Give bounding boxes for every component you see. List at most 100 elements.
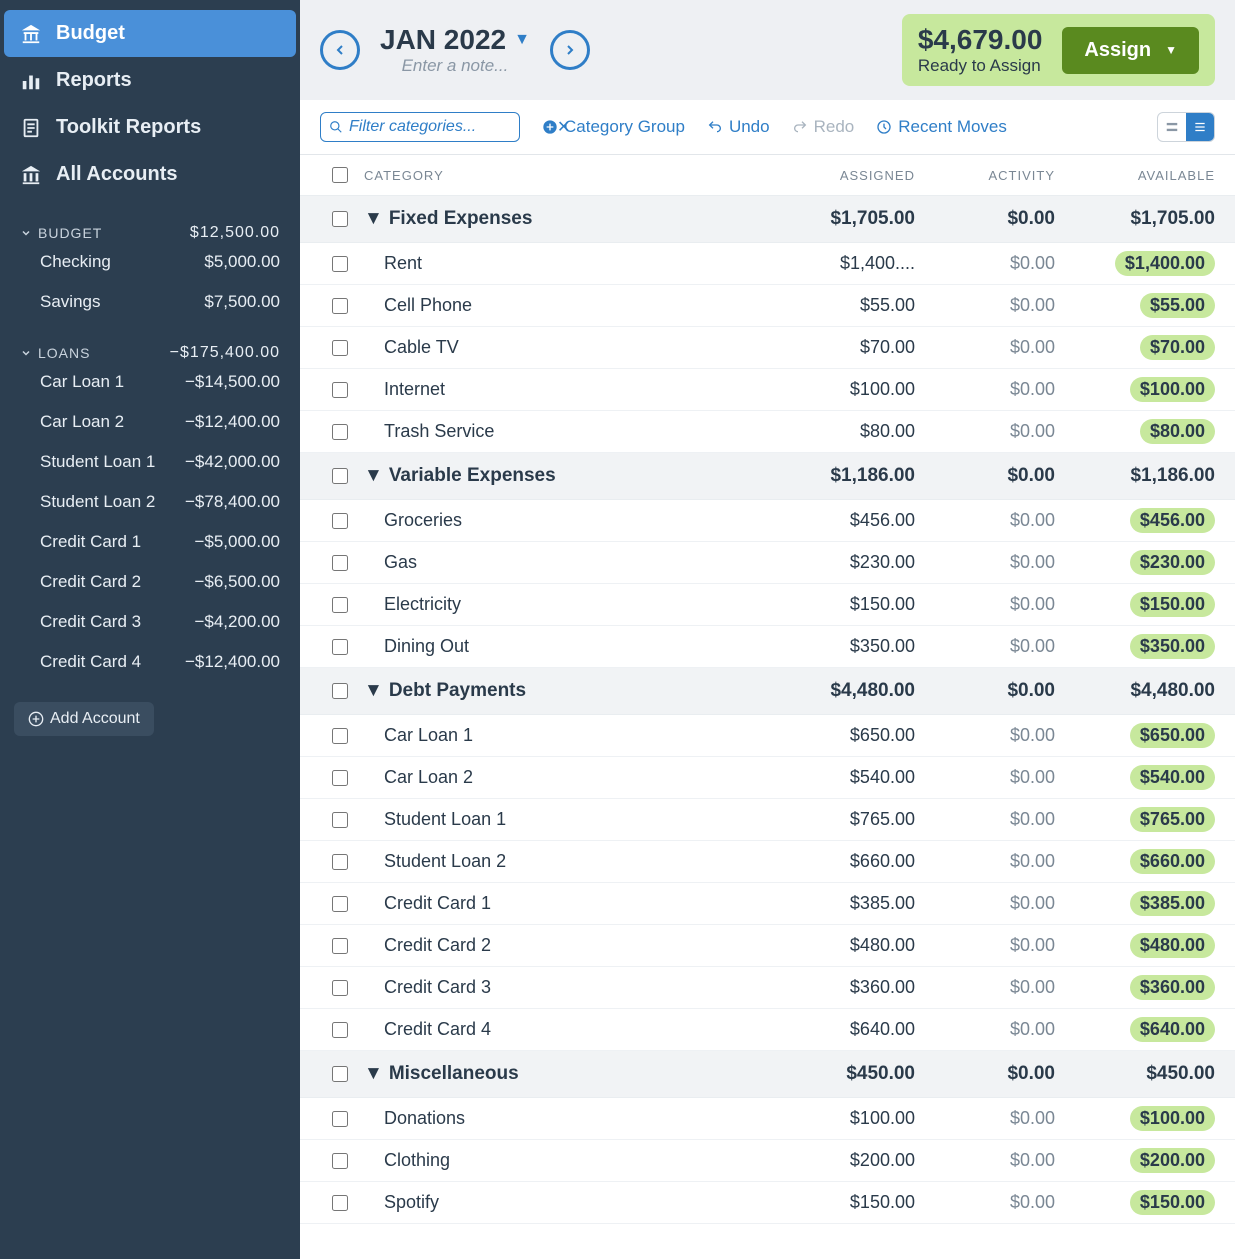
row-available: $1,400.00 [1055,251,1215,276]
category-row[interactable]: Credit Card 1$385.00$0.00$385.00 [300,883,1235,925]
row-checkbox[interactable] [332,938,348,954]
account-group-header[interactable]: LOANS−$175,400.00 [20,344,280,362]
row-assigned[interactable]: $100.00 [775,379,915,400]
row-checkbox[interactable] [332,854,348,870]
add-account-button[interactable]: Add Account [14,702,154,736]
row-assigned[interactable]: $150.00 [775,594,915,615]
category-row[interactable]: Gas$230.00$0.00$230.00 [300,542,1235,584]
row-assigned[interactable]: $350.00 [775,636,915,657]
row-assigned[interactable]: $360.00 [775,977,915,998]
account-row[interactable]: Credit Card 1−$5,000.00 [20,522,280,562]
group-checkbox[interactable] [332,683,348,699]
row-assigned[interactable]: $1,400.... [775,253,915,274]
filter-input[interactable] [349,118,557,136]
category-row[interactable]: Cell Phone$55.00$0.00$55.00 [300,285,1235,327]
row-assigned[interactable]: $765.00 [775,809,915,830]
row-assigned[interactable]: $100.00 [775,1108,915,1129]
nav-accounts[interactable]: All Accounts [4,151,296,198]
view-detailed-button[interactable] [1186,113,1214,141]
row-assigned[interactable]: $80.00 [775,421,915,442]
nav-toolkit[interactable]: Toolkit Reports [4,104,296,151]
row-assigned[interactable]: $480.00 [775,935,915,956]
account-row[interactable]: Car Loan 2−$12,400.00 [20,402,280,442]
category-row[interactable]: Credit Card 4$640.00$0.00$640.00 [300,1009,1235,1051]
row-assigned[interactable]: $540.00 [775,767,915,788]
account-row[interactable]: Credit Card 2−$6,500.00 [20,562,280,602]
category-row[interactable]: Groceries$456.00$0.00$456.00 [300,500,1235,542]
row-checkbox[interactable] [332,639,348,655]
account-row[interactable]: Student Loan 1−$42,000.00 [20,442,280,482]
row-checkbox[interactable] [332,728,348,744]
account-row[interactable]: Credit Card 4−$12,400.00 [20,642,280,682]
category-group-row[interactable]: ▼Miscellaneous$450.00$0.00$450.00 [300,1051,1235,1098]
row-checkbox[interactable] [332,340,348,356]
category-row[interactable]: Internet$100.00$0.00$100.00 [300,369,1235,411]
row-checkbox[interactable] [332,424,348,440]
row-assigned[interactable]: $55.00 [775,295,915,316]
account-row[interactable]: Savings$7,500.00 [20,282,280,322]
undo-button[interactable]: Undo [707,117,770,137]
row-checkbox[interactable] [332,513,348,529]
category-row[interactable]: Car Loan 1$650.00$0.00$650.00 [300,715,1235,757]
row-assigned[interactable]: $230.00 [775,552,915,573]
account-row[interactable]: Student Loan 2−$78,400.00 [20,482,280,522]
category-row[interactable]: Student Loan 1$765.00$0.00$765.00 [300,799,1235,841]
group-checkbox[interactable] [332,211,348,227]
row-checkbox[interactable] [332,980,348,996]
month-selector[interactable]: JAN 2022 ▼ [380,24,530,56]
row-checkbox[interactable] [332,1111,348,1127]
category-group-button[interactable]: Category Group [542,117,685,137]
category-row[interactable]: Student Loan 2$660.00$0.00$660.00 [300,841,1235,883]
nav-reports[interactable]: Reports [4,57,296,104]
filter-box[interactable]: ✕ [320,112,520,142]
row-checkbox[interactable] [332,597,348,613]
account-row[interactable]: Credit Card 3−$4,200.00 [20,602,280,642]
row-checkbox[interactable] [332,1153,348,1169]
category-row[interactable]: Donations$100.00$0.00$100.00 [300,1098,1235,1140]
group-checkbox[interactable] [332,1066,348,1082]
category-row[interactable]: Trash Service$80.00$0.00$80.00 [300,411,1235,453]
select-all-checkbox[interactable] [332,167,348,183]
category-group-row[interactable]: ▼Debt Payments$4,480.00$0.00$4,480.00 [300,668,1235,715]
row-checkbox[interactable] [332,382,348,398]
row-checkbox[interactable] [332,555,348,571]
category-row[interactable]: Clothing$200.00$0.00$200.00 [300,1140,1235,1182]
next-month-button[interactable] [550,30,590,70]
view-compact-button[interactable] [1158,113,1186,141]
account-row[interactable]: Car Loan 1−$14,500.00 [20,362,280,402]
assign-button[interactable]: Assign ▼ [1062,27,1199,74]
category-row[interactable]: Cable TV$70.00$0.00$70.00 [300,327,1235,369]
row-checkbox[interactable] [332,812,348,828]
row-assigned[interactable]: $200.00 [775,1150,915,1171]
row-assigned[interactable]: $456.00 [775,510,915,531]
account-group-header[interactable]: BUDGET$12,500.00 [20,224,280,242]
redo-button[interactable]: Redo [792,117,855,137]
category-row[interactable]: Credit Card 2$480.00$0.00$480.00 [300,925,1235,967]
month-note-input[interactable]: Enter a note... [380,56,530,76]
row-assigned[interactable]: $650.00 [775,725,915,746]
recent-moves-button[interactable]: Recent Moves [876,117,1007,137]
row-checkbox[interactable] [332,770,348,786]
row-assigned[interactable]: $385.00 [775,893,915,914]
row-checkbox[interactable] [332,298,348,314]
group-checkbox[interactable] [332,468,348,484]
nav-budget[interactable]: Budget [4,10,296,57]
category-row[interactable]: Credit Card 3$360.00$0.00$360.00 [300,967,1235,1009]
category-row[interactable]: Car Loan 2$540.00$0.00$540.00 [300,757,1235,799]
category-group-row[interactable]: ▼Fixed Expenses$1,705.00$0.00$1,705.00 [300,196,1235,243]
prev-month-button[interactable] [320,30,360,70]
category-row[interactable]: Electricity$150.00$0.00$150.00 [300,584,1235,626]
category-group-row[interactable]: ▼Variable Expenses$1,186.00$0.00$1,186.0… [300,453,1235,500]
row-assigned[interactable]: $660.00 [775,851,915,872]
row-assigned[interactable]: $640.00 [775,1019,915,1040]
row-checkbox[interactable] [332,896,348,912]
category-row[interactable]: Dining Out$350.00$0.00$350.00 [300,626,1235,668]
row-checkbox[interactable] [332,256,348,272]
row-assigned[interactable]: $150.00 [775,1192,915,1213]
row-assigned[interactable]: $70.00 [775,337,915,358]
category-row[interactable]: Spotify$150.00$0.00$150.00 [300,1182,1235,1224]
account-row[interactable]: Checking$5,000.00 [20,242,280,282]
row-checkbox[interactable] [332,1022,348,1038]
category-row[interactable]: Rent$1,400....$0.00$1,400.00 [300,243,1235,285]
row-checkbox[interactable] [332,1195,348,1211]
